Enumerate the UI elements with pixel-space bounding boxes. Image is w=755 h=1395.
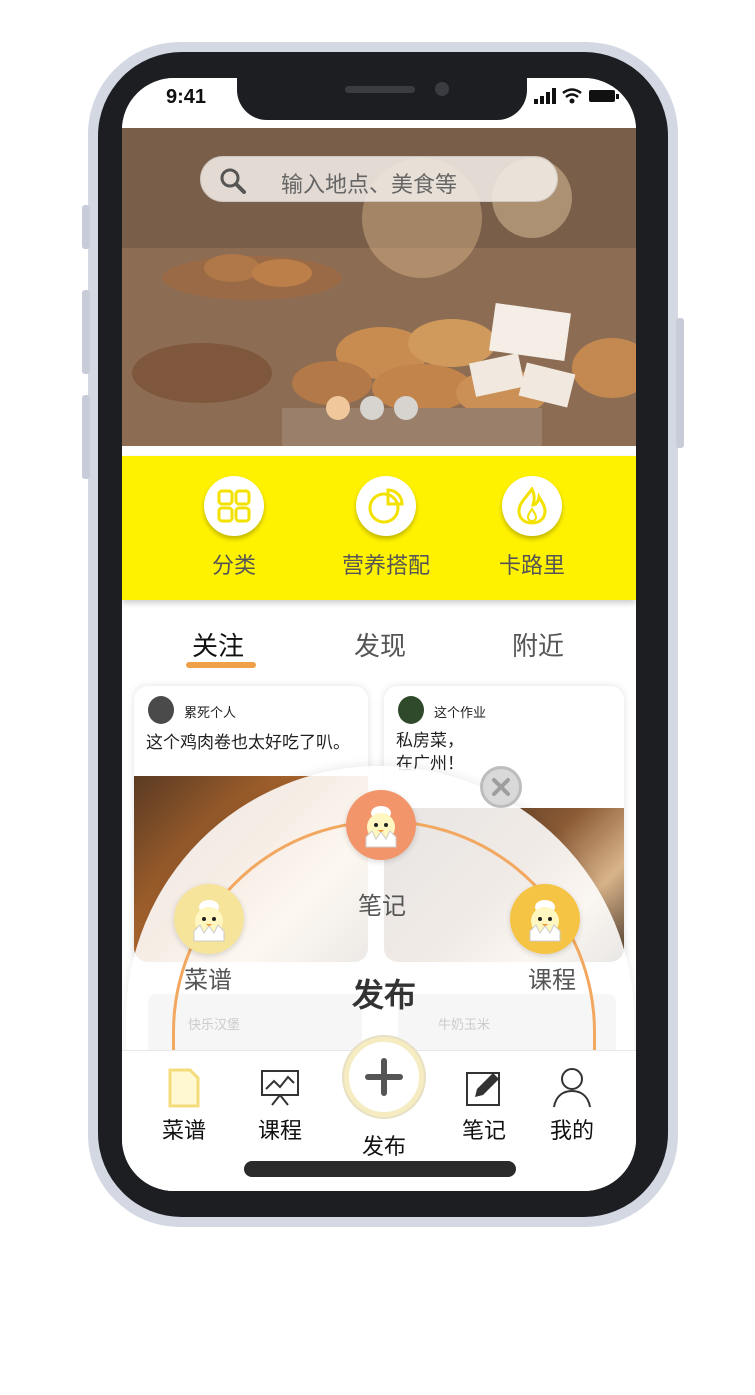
publish-option-label: 课程 [528, 966, 576, 994]
nav-label: 我的 [549, 1119, 594, 1144]
avatar[interactable] [398, 696, 424, 724]
quick-label: 分类 [211, 554, 256, 579]
home-indicator[interactable] [244, 1161, 516, 1177]
nav-label: 菜谱 [161, 1119, 206, 1144]
quick-label: 营养搭配 [341, 554, 430, 579]
status-bar: 9:41 [122, 78, 636, 128]
power-button [676, 318, 684, 448]
publish-button[interactable] [344, 1037, 424, 1117]
nav-item-recipe[interactable]: 菜谱 [144, 1065, 224, 1145]
plus-icon [365, 1058, 403, 1096]
search-placeholder: 输入地点、美食等 [281, 173, 458, 198]
speaker [345, 86, 415, 93]
pie-chart-icon [356, 476, 416, 536]
chick-chef-icon [365, 806, 397, 848]
chick-chef-icon [193, 900, 225, 942]
flame-icon [502, 476, 562, 536]
grid-icon [204, 476, 264, 536]
presentation-icon [240, 1065, 320, 1111]
search-bar[interactable]: 输入地点、美食等 [200, 156, 558, 202]
publish-menu-title: 发布 [352, 976, 417, 1014]
card-text-line: 私房菜， [396, 731, 464, 751]
chick-chef-icon [529, 900, 561, 942]
tab-follow[interactable]: 关注 [192, 626, 244, 663]
search-icon [219, 167, 247, 199]
user-icon [532, 1065, 612, 1111]
publish-option-recipe[interactable] [174, 884, 244, 954]
banner-carousel[interactable]: 输入地点、美食等 [122, 128, 636, 446]
quick-menu: 分类 营养搭配 卡路里 [122, 456, 636, 600]
wifi-icon [562, 88, 582, 104]
volume-up-button [82, 290, 90, 374]
document-icon [144, 1065, 224, 1111]
nav-label: 课程 [257, 1119, 302, 1144]
publish-option-label: 菜谱 [184, 966, 232, 994]
edit-icon [444, 1065, 524, 1111]
nav-item-me[interactable]: 我的 [532, 1065, 612, 1145]
tab-nearby[interactable]: 附近 [512, 626, 564, 663]
nav-label: 笔记 [461, 1119, 506, 1144]
carousel-dot[interactable] [360, 396, 384, 420]
nav-item-course[interactable]: 课程 [240, 1065, 320, 1145]
notch [237, 78, 527, 120]
close-button[interactable] [480, 766, 522, 808]
avatar[interactable] [148, 696, 174, 724]
battery-icon [589, 90, 619, 102]
publish-option-label: 笔记 [358, 892, 406, 920]
nav-label: 发布 [361, 1135, 406, 1160]
carousel-indicator [326, 396, 418, 420]
signal-icon [534, 88, 556, 104]
nav-item-note[interactable]: 笔记 [444, 1065, 524, 1145]
status-time: 9:41 [166, 86, 207, 108]
volume-down-button [82, 395, 90, 479]
publish-option-course[interactable] [510, 884, 580, 954]
active-tab-indicator [186, 662, 256, 668]
quick-item-nutrition[interactable]: 营养搭配 [326, 476, 446, 580]
carousel-dot[interactable] [394, 396, 418, 420]
quick-item-category[interactable]: 分类 [174, 476, 294, 580]
close-icon [492, 778, 510, 796]
quick-label: 卡路里 [498, 554, 565, 579]
mute-switch [82, 205, 90, 249]
card-username[interactable]: 这个作业 [434, 702, 486, 721]
quick-item-calorie[interactable]: 卡路里 [472, 476, 592, 580]
app-screen: 输入地点、美食等 9:41 分类 营养搭配 卡路里 关注 发现 附近 累死个人 … [122, 78, 636, 1191]
publish-option-note[interactable] [346, 790, 416, 860]
front-camera [435, 82, 449, 96]
carousel-dot[interactable] [326, 396, 350, 420]
status-icons [534, 88, 620, 104]
card-text: 这个鸡肉卷也太好吃了叭。 [146, 733, 350, 753]
card-username[interactable]: 累死个人 [184, 702, 236, 721]
tab-discover[interactable]: 发现 [354, 626, 406, 663]
